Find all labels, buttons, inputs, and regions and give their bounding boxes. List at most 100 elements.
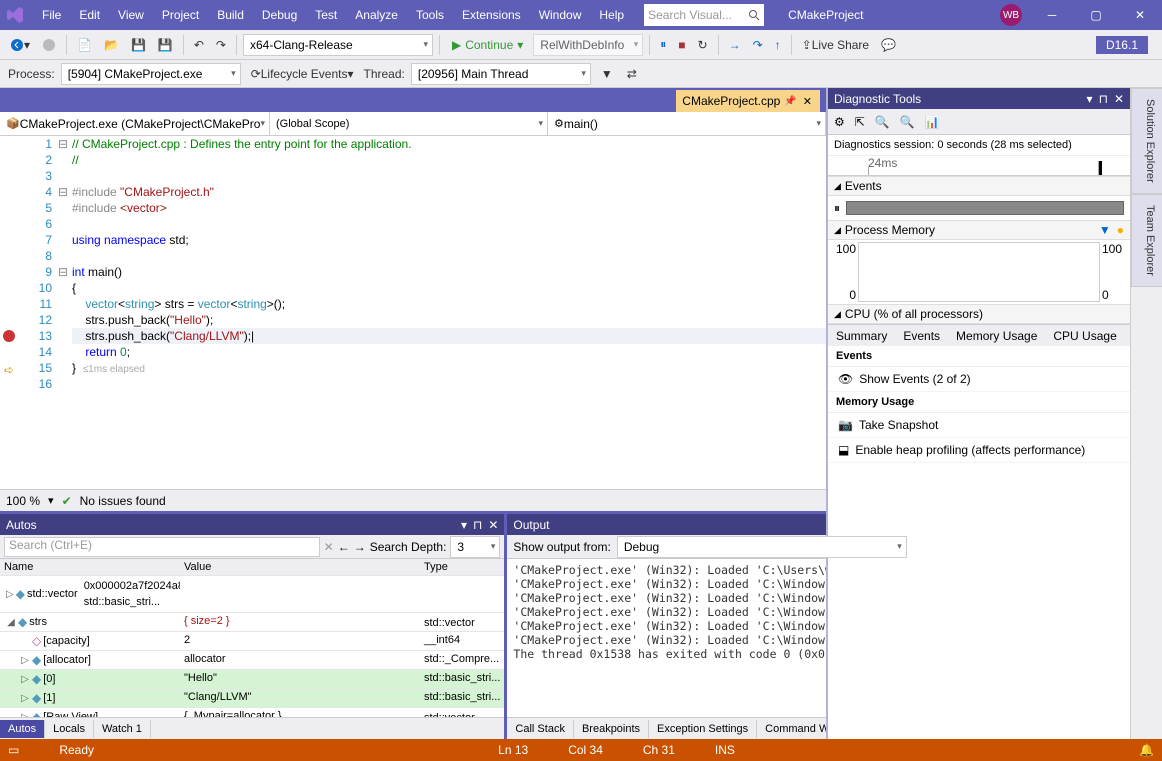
tab-call-stack[interactable]: Call Stack xyxy=(507,720,574,738)
next-icon[interactable]: → xyxy=(354,540,366,554)
filter-icon[interactable]: ▼ xyxy=(597,65,617,83)
redo-icon[interactable]: ↷ xyxy=(212,36,230,54)
config-dropdown[interactable]: x64-Clang-Release xyxy=(243,34,433,56)
autos-row[interactable]: ◢◆ strs{ size=2 }std::vector xyxy=(0,613,504,632)
open-icon[interactable]: 📂 xyxy=(100,36,123,54)
tab-memory-usage[interactable]: Memory Usage xyxy=(948,326,1045,346)
continue-button[interactable]: ▶ Continue ▾ xyxy=(446,38,529,52)
prev-icon[interactable]: ← xyxy=(338,540,350,554)
undo-icon[interactable]: ↶ xyxy=(190,36,208,54)
zoom-level[interactable]: 100 % xyxy=(6,494,40,508)
col-name[interactable]: Name xyxy=(0,559,180,575)
timeline-ruler[interactable]: 24ms xyxy=(828,156,1130,176)
pause-icon[interactable]: ⏸ xyxy=(834,201,840,216)
menu-analyze[interactable]: Analyze xyxy=(347,4,406,26)
new-item-icon[interactable]: 📄 xyxy=(73,36,96,54)
col-type[interactable]: Type xyxy=(420,559,504,575)
search-clear-icon[interactable]: ✕ xyxy=(324,540,334,554)
autos-row[interactable]: ▷◆ [1]"Clang/LLVM"std::basic_stri... xyxy=(0,689,504,708)
depth-dropdown[interactable]: 3 xyxy=(450,536,500,558)
tab-autos[interactable]: Autos xyxy=(0,720,45,738)
debug-config-dropdown[interactable]: RelWithDebInfo xyxy=(533,34,643,56)
nav-fwd-button[interactable] xyxy=(38,36,60,54)
menu-extensions[interactable]: Extensions xyxy=(454,4,529,26)
live-share-button[interactable]: ⇪ Live Share xyxy=(798,36,873,54)
popout-icon[interactable]: ⇱ xyxy=(855,115,865,129)
search-box[interactable]: Search Visual... xyxy=(644,4,764,26)
zoom-out-icon[interactable]: 🔍 xyxy=(900,115,915,129)
minimize-button[interactable]: ─ xyxy=(1030,0,1074,30)
menu-debug[interactable]: Debug xyxy=(254,4,305,26)
document-tab[interactable]: CMakeProject.cpp 📌 ✕ xyxy=(676,90,820,112)
tab-summary[interactable]: Summary xyxy=(828,326,895,346)
user-badge[interactable]: WB xyxy=(1000,4,1022,26)
show-events-link[interactable]: 👁Show Events (2 of 2) xyxy=(828,367,1130,392)
pause-icon[interactable]: ⏸ xyxy=(656,35,670,54)
solution-name[interactable]: CMakeProject xyxy=(780,4,871,26)
save-icon[interactable]: 💾 xyxy=(127,36,150,54)
tab-cpu-usage[interactable]: CPU Usage xyxy=(1045,326,1124,346)
heap-profiling-link[interactable]: ⬓Enable heap profiling (affects performa… xyxy=(828,438,1130,463)
pin-icon[interactable]: ⊓ xyxy=(1099,92,1108,106)
team-explorer-tab[interactable]: Team Explorer xyxy=(1131,194,1162,287)
chart-icon[interactable]: 📊 xyxy=(925,115,940,129)
zoom-in-icon[interactable]: 🔍 xyxy=(875,115,890,129)
menu-file[interactable]: File xyxy=(34,4,69,26)
menu-help[interactable]: Help xyxy=(591,4,632,26)
step-over-icon[interactable]: ↷ xyxy=(749,36,767,54)
autos-row[interactable]: ▷◆ [allocator]allocatorstd::_Compre... xyxy=(0,651,504,670)
tab-locals[interactable]: Locals xyxy=(45,720,94,738)
autos-row[interactable]: ◇ [capacity]2__int64 xyxy=(0,632,504,651)
step-out-icon[interactable]: ↑ xyxy=(771,36,785,54)
menu-edit[interactable]: Edit xyxy=(71,4,108,26)
nav-func-dropdown[interactable]: ⚙ main() xyxy=(548,112,826,135)
memory-section-header[interactable]: ◢Process Memory▼ ● xyxy=(828,220,1130,240)
events-section-header[interactable]: ◢Events xyxy=(828,176,1130,196)
take-snapshot-link[interactable]: 📷Take Snapshot xyxy=(828,413,1130,438)
close-button[interactable]: ✕ xyxy=(1118,0,1162,30)
autos-row[interactable]: ▷◆ [0]"Hello"std::basic_stri... xyxy=(0,670,504,689)
lifecycle-events-button[interactable]: ⟳ Lifecycle Events ▾ xyxy=(247,65,358,83)
tab-close-icon[interactable]: ✕ xyxy=(801,95,814,108)
pin-icon[interactable]: 📌 xyxy=(784,96,796,107)
save-all-icon[interactable]: 💾 xyxy=(154,36,177,54)
maximize-button[interactable]: ▢ xyxy=(1074,0,1118,30)
output-from-dropdown[interactable]: Debug xyxy=(617,536,907,558)
nav-scope-dropdown[interactable]: (Global Scope) xyxy=(270,112,548,135)
tab-exception-settings[interactable]: Exception Settings xyxy=(649,720,757,738)
tab-breakpoints[interactable]: Breakpoints xyxy=(574,720,649,738)
autos-grid[interactable]: Name Value Type ▷◆ std::vector0x000002a7… xyxy=(0,559,504,717)
dropdown-icon[interactable]: ▾ xyxy=(461,518,467,532)
close-icon[interactable]: ✕ xyxy=(488,518,498,532)
tab-events[interactable]: Events xyxy=(895,326,948,346)
menu-window[interactable]: Window xyxy=(531,4,590,26)
nav-back-button[interactable]: ▾ xyxy=(6,36,34,54)
nav-project-dropdown[interactable]: 📦 CMakeProject.exe (CMakeProject\CMakePr… xyxy=(0,112,270,135)
step-into-icon[interactable]: → xyxy=(725,36,745,54)
menu-tools[interactable]: Tools xyxy=(408,4,452,26)
solution-explorer-tab[interactable]: Solution Explorer xyxy=(1131,88,1162,194)
stop-icon[interactable]: ■ xyxy=(674,36,689,54)
menu-project[interactable]: Project xyxy=(154,4,207,26)
menu-test[interactable]: Test xyxy=(307,4,345,26)
tab-watch-1[interactable]: Watch 1 xyxy=(94,720,151,738)
menu-build[interactable]: Build xyxy=(209,4,252,26)
thread-dropdown[interactable]: [20956] Main Thread xyxy=(411,63,591,85)
notification-icon[interactable]: 🔔 xyxy=(1139,743,1154,757)
gear-icon[interactable]: ⚙ xyxy=(834,115,845,129)
menu-view[interactable]: View xyxy=(110,4,152,26)
code-editor[interactable]: ➪ 12345678910111213141516 ⊟⊟⊟ // CMakePr… xyxy=(0,136,826,489)
swap-icon[interactable]: ⇄ xyxy=(623,65,641,83)
restart-icon[interactable]: ↻ xyxy=(694,36,712,54)
autos-search-input[interactable]: Search (Ctrl+E) xyxy=(4,537,320,557)
pin-icon[interactable]: ⊓ xyxy=(473,518,482,532)
autos-row[interactable]: ▷◆ [Raw View]{_Mypair=allocator }std::ve… xyxy=(0,708,504,717)
close-icon[interactable]: ✕ xyxy=(1114,92,1124,106)
process-dropdown[interactable]: [5904] CMakeProject.exe xyxy=(61,63,241,85)
col-value[interactable]: Value xyxy=(180,559,420,575)
feedback-icon[interactable]: 💬 xyxy=(877,36,900,54)
cpu-section-header[interactable]: ◢CPU (% of all processors) xyxy=(828,304,1130,324)
dropdown-icon[interactable]: ▾ xyxy=(1087,92,1093,106)
status-box-icon[interactable]: ▭ xyxy=(8,743,19,757)
autos-row[interactable]: ▷◆ std::vector0x000002a7f2024a80 "Clang/… xyxy=(0,576,504,613)
